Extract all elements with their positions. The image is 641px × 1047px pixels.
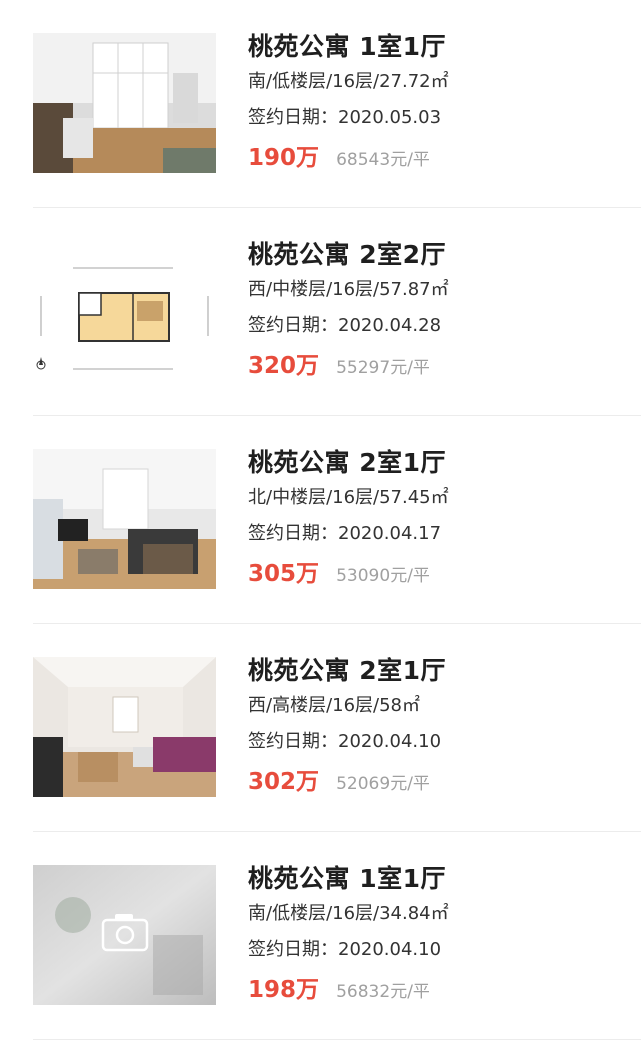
listing-sign-date: 签约日期：2020.04.17 <box>248 523 442 544</box>
listing-list: 桃苑公寓 1室1厅 南/低楼层/16层/27.72㎡ 签约日期：2020.05.… <box>0 0 641 1040</box>
floor-plan-image <box>33 241 216 381</box>
listing-meta: 西/中楼层/16层/57.87㎡ <box>248 279 449 300</box>
listing-info: 桃苑公寓 2室2厅 西/中楼层/16层/57.87㎡ 签约日期：2020.04.… <box>248 238 628 383</box>
total-price: 320万 <box>248 353 320 379</box>
unit-price: 68543元/平 <box>336 150 430 170</box>
listing-meta: 北/中楼层/16层/57.45㎡ <box>248 487 449 508</box>
total-price: 305万 <box>248 561 320 587</box>
price-row: 320万 55297元/平 <box>248 351 628 383</box>
listing-title: 桃苑公寓 1室1厅 <box>248 864 446 893</box>
listing-info: 桃苑公寓 1室1厅 南/低楼层/16层/27.72㎡ 签约日期：2020.05.… <box>248 30 628 175</box>
list-item[interactable]: 桃苑公寓 2室1厅 北/中楼层/16层/57.45㎡ 签约日期：2020.04.… <box>0 416 641 624</box>
listing-info: 桃苑公寓 2室1厅 西/高楼层/16层/58㎡ 签约日期：2020.04.10 … <box>248 654 628 799</box>
listing-sign-date: 签约日期：2020.05.03 <box>248 107 442 128</box>
room-photo-image <box>33 449 216 589</box>
divider <box>33 1039 641 1040</box>
listing-thumbnail[interactable] <box>33 449 216 589</box>
listing-thumbnail[interactable] <box>33 657 216 797</box>
listing-sign-date: 签约日期：2020.04.28 <box>248 315 442 336</box>
price-row: 302万 52069元/平 <box>248 767 628 799</box>
listing-meta: 南/低楼层/16层/34.84㎡ <box>248 903 449 924</box>
room-photo-image <box>33 33 216 173</box>
unit-price: 53090元/平 <box>336 566 430 586</box>
room-photo-image <box>33 657 216 797</box>
total-price: 198万 <box>248 977 320 1003</box>
placeholder-image <box>33 865 216 1005</box>
price-row: 305万 53090元/平 <box>248 559 628 591</box>
listing-title: 桃苑公寓 2室1厅 <box>248 448 446 477</box>
listing-sign-date: 签约日期：2020.04.10 <box>248 731 442 752</box>
price-row: 190万 68543元/平 <box>248 143 628 175</box>
listing-title: 桃苑公寓 1室1厅 <box>248 32 446 61</box>
listing-info: 桃苑公寓 1室1厅 南/低楼层/16层/34.84㎡ 签约日期：2020.04.… <box>248 862 628 1007</box>
listing-meta: 南/低楼层/16层/27.72㎡ <box>248 71 449 92</box>
unit-price: 52069元/平 <box>336 774 430 794</box>
total-price: 302万 <box>248 769 320 795</box>
listing-info: 桃苑公寓 2室1厅 北/中楼层/16层/57.45㎡ 签约日期：2020.04.… <box>248 446 628 591</box>
list-item[interactable]: 桃苑公寓 2室1厅 西/高楼层/16层/58㎡ 签约日期：2020.04.10 … <box>0 624 641 832</box>
listing-thumbnail[interactable] <box>33 33 216 173</box>
unit-price: 55297元/平 <box>336 358 430 378</box>
listing-meta: 西/高楼层/16层/58㎡ <box>248 695 421 716</box>
price-row: 198万 56832元/平 <box>248 975 628 1007</box>
unit-price: 56832元/平 <box>336 982 430 1002</box>
listing-thumbnail[interactable] <box>33 241 216 381</box>
list-item[interactable]: 桃苑公寓 1室1厅 南/低楼层/16层/34.84㎡ 签约日期：2020.04.… <box>0 832 641 1040</box>
list-item[interactable]: 桃苑公寓 2室2厅 西/中楼层/16层/57.87㎡ 签约日期：2020.04.… <box>0 208 641 416</box>
listing-title: 桃苑公寓 2室2厅 <box>248 240 446 269</box>
listing-sign-date: 签约日期：2020.04.10 <box>248 939 442 960</box>
listing-title: 桃苑公寓 2室1厅 <box>248 656 446 685</box>
total-price: 190万 <box>248 145 320 171</box>
list-item[interactable]: 桃苑公寓 1室1厅 南/低楼层/16层/27.72㎡ 签约日期：2020.05.… <box>0 0 641 208</box>
listing-thumbnail[interactable] <box>33 865 216 1005</box>
